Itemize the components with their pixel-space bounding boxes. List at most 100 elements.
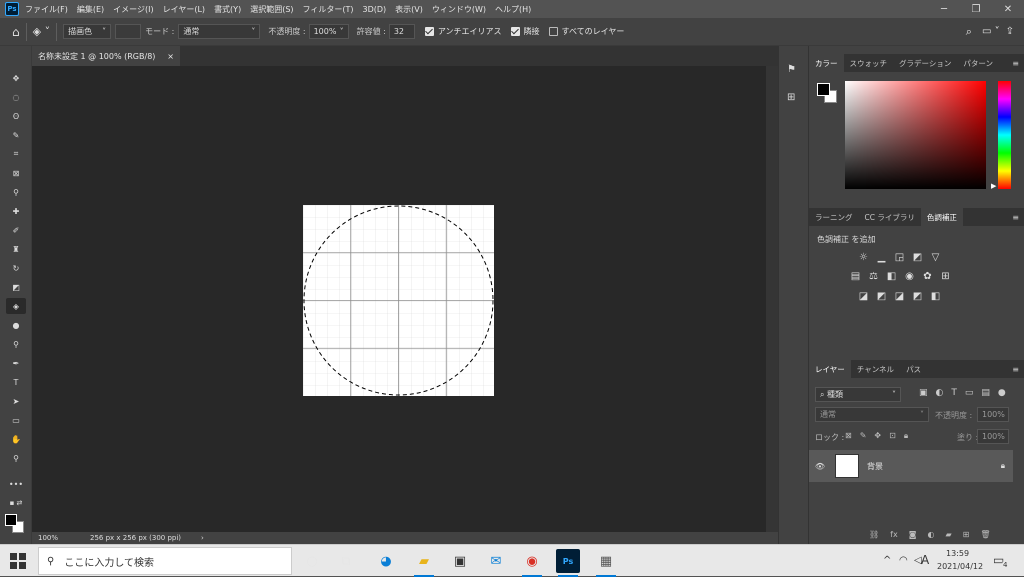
layer-style-icon[interactable]: fx — [890, 530, 898, 539]
mail-icon[interactable]: ✉ — [484, 549, 508, 573]
invert-icon[interactable]: ◪ — [857, 291, 870, 302]
hue-saturation-icon[interactable]: ▤ — [849, 271, 862, 282]
zoom-level[interactable]: 100% — [38, 534, 84, 542]
brush-tool-icon[interactable]: ✐ — [6, 222, 26, 238]
saturation-brightness-field[interactable] — [845, 81, 986, 189]
contiguous-checkbox[interactable] — [510, 27, 520, 36]
menu-edit[interactable]: 編集(E) — [77, 4, 104, 15]
posterize-icon[interactable]: ◩ — [875, 291, 888, 302]
marquee-tool-icon[interactable]: ◌ — [6, 89, 26, 105]
restore-icon[interactable]: ❐ — [960, 0, 992, 18]
curves-icon[interactable]: ◲ — [893, 252, 906, 263]
history-brush-tool-icon[interactable]: ↻ — [6, 260, 26, 276]
new-layer-icon[interactable]: ⊞ — [963, 530, 970, 539]
type-filter-icon[interactable]: T — [951, 388, 957, 398]
foreground-color-swatch[interactable] — [5, 514, 17, 526]
hand-tool-icon[interactable]: ✋ — [6, 431, 26, 447]
store-icon[interactable]: ▣ — [448, 549, 472, 573]
menu-window[interactable]: ウィンドウ(W) — [432, 4, 486, 15]
lock-transparent-icon[interactable]: ⊠ — [845, 431, 852, 441]
panel-menu-icon[interactable]: ≡ — [1012, 213, 1019, 222]
lasso-tool-icon[interactable]: ʘ — [6, 108, 26, 124]
panel-menu-icon[interactable]: ≡ — [1012, 365, 1019, 374]
add-mask-icon[interactable]: ◙ — [909, 530, 917, 539]
rectangle-tool-icon[interactable]: ▭ — [6, 412, 26, 428]
path-select-tool-icon[interactable]: ➤ — [6, 393, 26, 409]
tab-layers[interactable]: レイヤー — [809, 360, 851, 378]
tab-channels[interactable]: チャンネル — [851, 360, 900, 378]
levels-icon[interactable]: ▁ — [875, 252, 888, 263]
tab-adjustments[interactable]: 色調補正 — [920, 208, 963, 226]
status-arrow-icon[interactable]: › — [201, 534, 204, 542]
layer-row-background[interactable]: 👁︎ 背景 🔒︎ — [809, 450, 1013, 482]
menu-type[interactable]: 書式(Y) — [214, 4, 241, 15]
crop-tool-icon[interactable]: ⌗ — [6, 146, 26, 162]
all-layers-checkbox[interactable] — [548, 27, 558, 36]
taskbar-search-box[interactable]: ⚲ ここに入力して検索 — [38, 547, 292, 575]
wifi-icon[interactable]: ◠ — [899, 555, 908, 566]
properties-panel-icon[interactable]: ⊞ — [787, 92, 801, 106]
menu-select[interactable]: 選択範囲(S) — [250, 4, 293, 15]
threshold-icon[interactable]: ◪ — [893, 291, 906, 302]
paint-bucket-preset-icon[interactable]: ◈ ˅ — [33, 25, 50, 38]
foreground-color-chip[interactable] — [817, 83, 830, 96]
hue-slider-handle-icon[interactable]: ▶ — [991, 182, 996, 190]
layer-filter-select[interactable]: ⌕ 種類 ˅ — [815, 387, 901, 402]
tab-cc-libraries[interactable]: CC ライブラリ — [859, 208, 921, 226]
close-tab-icon[interactable]: × — [167, 52, 174, 61]
antialias-checkbox[interactable] — [424, 27, 434, 36]
blur-tool-icon[interactable]: ● — [6, 317, 26, 333]
tab-color[interactable]: カラー — [809, 54, 844, 72]
new-group-icon[interactable]: ▰ — [945, 530, 951, 539]
selective-color-icon[interactable]: ◧ — [929, 291, 942, 302]
dodge-tool-icon[interactable]: ⚲ — [6, 336, 26, 352]
mode-select[interactable]: 通常 ˅ — [178, 24, 261, 39]
file-explorer-icon[interactable]: ▰ — [412, 549, 436, 577]
menu-view[interactable]: 表示(V) — [395, 4, 423, 15]
fill-source-select[interactable]: 描画色 ˅ — [63, 24, 112, 39]
vibrance-icon[interactable]: ▽ — [929, 252, 942, 263]
brightness-contrast-icon[interactable]: ☼ — [857, 252, 870, 263]
photoshop-taskbar-icon[interactable]: Ps — [556, 549, 580, 577]
edge-icon[interactable]: ◕ — [374, 549, 398, 573]
start-button-icon[interactable] — [10, 553, 26, 569]
close-icon[interactable]: ✕ — [992, 0, 1024, 18]
tab-learn[interactable]: ラーニング — [809, 208, 859, 226]
tab-patterns[interactable]: パターン — [957, 54, 999, 72]
panel-menu-icon[interactable]: ≡ — [1012, 59, 1019, 68]
black-white-icon[interactable]: ◧ — [885, 271, 898, 282]
healing-brush-tool-icon[interactable]: ✚ — [6, 203, 26, 219]
lock-image-icon[interactable]: ✎ — [860, 431, 867, 441]
search-icon[interactable]: ⌕ — [966, 25, 972, 39]
snipping-tool-icon[interactable]: ▦ — [594, 549, 618, 577]
frame-tool-icon[interactable]: ⊠ — [6, 165, 26, 181]
tab-gradients[interactable]: グラデーション — [893, 54, 957, 72]
filter-toggle-icon[interactable]: ● — [998, 388, 1006, 398]
workspace-icon[interactable]: ▭ ˅ — [982, 26, 1000, 37]
task-view-icon[interactable]: ⧉ — [334, 549, 358, 573]
ime-indicator[interactable]: A — [921, 553, 929, 567]
eyedropper-tool-icon[interactable]: ⚲ — [6, 184, 26, 200]
pen-tool-icon[interactable]: ✒ — [6, 355, 26, 371]
share-icon[interactable]: ⇪ — [1006, 26, 1014, 37]
swap-colors-icon[interactable]: ▪ ⇄ — [6, 495, 26, 511]
channel-mixer-icon[interactable]: ✿ — [921, 271, 934, 282]
home-icon[interactable]: ⌂ — [12, 25, 20, 39]
menu-file[interactable]: ファイル(F) — [25, 4, 68, 15]
blend-mode-select[interactable]: 通常 ˅ — [815, 407, 929, 422]
exposure-icon[interactable]: ◩ — [911, 252, 924, 263]
vertical-scrollbar[interactable] — [766, 66, 778, 532]
photoshop-app-icon[interactable]: Ps — [5, 2, 19, 16]
cortana-icon[interactable]: ○ — [300, 549, 324, 573]
more-tools-icon[interactable]: ••• — [6, 476, 26, 492]
tab-paths[interactable]: パス — [900, 360, 927, 378]
menu-filter[interactable]: フィルター(T) — [303, 4, 354, 15]
link-layers-icon[interactable]: ⛓ — [869, 530, 879, 539]
smart-object-filter-icon[interactable]: ▤ — [981, 388, 990, 398]
pattern-picker[interactable] — [115, 24, 142, 39]
gradient-map-icon[interactable]: ◩ — [911, 291, 924, 302]
type-tool-icon[interactable]: T — [6, 374, 26, 390]
menu-image[interactable]: イメージ(I) — [113, 4, 153, 15]
menu-layer[interactable]: レイヤー(L) — [163, 4, 205, 15]
visibility-eye-icon[interactable]: 👁︎ — [809, 462, 831, 471]
